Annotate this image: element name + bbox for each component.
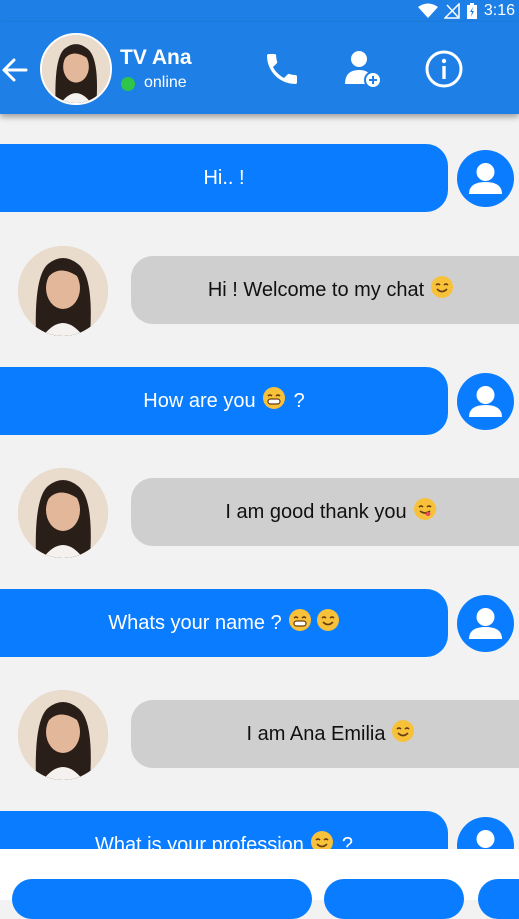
outgoing-message[interactable]: What is your profession ? (0, 811, 448, 849)
smile-emoji-icon (316, 608, 340, 638)
message-text: How are you (143, 389, 256, 412)
smile-emoji-icon (430, 275, 454, 305)
person-icon (457, 163, 514, 207)
message-suffix: ? (341, 833, 354, 850)
incoming-message[interactable]: Hi ! Welcome to my chat (131, 256, 519, 324)
message-text: I am good thank you (225, 500, 407, 523)
no-signal-icon (443, 3, 460, 19)
online-status-dot (121, 77, 135, 91)
contact-name[interactable]: TV Ana (120, 46, 192, 70)
outgoing-message[interactable]: How are you ? (0, 367, 448, 435)
incoming-message[interactable]: I am Ana Emilia (131, 700, 519, 768)
user-avatar (457, 373, 514, 430)
message-text: I am Ana Emilia (246, 722, 386, 745)
user-avatar (457, 595, 514, 652)
back-arrow-icon (0, 58, 30, 92)
reply-bar (0, 849, 519, 919)
user-avatar (457, 817, 514, 849)
person-icon (457, 386, 514, 430)
add-contact-icon (342, 51, 384, 94)
phone-icon (262, 54, 302, 93)
outgoing-message[interactable]: Hi.. ! (0, 144, 448, 212)
back-button[interactable] (0, 52, 30, 88)
message-suffix: ? (293, 389, 305, 412)
contact-avatar-header[interactable] (40, 33, 112, 105)
reply-option-button[interactable] (478, 879, 519, 919)
chat-header: TV Ana online (0, 22, 519, 114)
contact-avatar[interactable] (18, 468, 108, 558)
call-button[interactable] (262, 49, 302, 94)
battery-icon (466, 2, 478, 20)
contact-avatar[interactable] (18, 690, 108, 780)
person-icon (457, 608, 514, 652)
message-text: What is your profession (94, 833, 304, 850)
grin-emoji-icon (288, 608, 312, 638)
message-text: Hi ! Welcome to my chat (207, 278, 425, 301)
reply-option-button[interactable] (324, 879, 464, 919)
status-time: 3:16 (483, 2, 515, 19)
smile-emoji-icon (310, 830, 334, 849)
incoming-message[interactable]: I am good thank you (131, 478, 519, 546)
message-text: Whats your name ? (108, 611, 282, 634)
smile-emoji-icon (391, 719, 415, 749)
message-text: Hi.. ! (203, 166, 245, 189)
status-icons: 3:16 (417, 0, 519, 22)
contact-avatar[interactable] (18, 246, 108, 336)
info-icon (424, 50, 464, 93)
online-status-text: online (144, 74, 187, 91)
wifi-icon (417, 3, 438, 19)
message-list[interactable]: Hi.. ! Hi ! Welcome to my chat How are y… (0, 114, 519, 849)
user-avatar (457, 150, 514, 207)
outgoing-message[interactable]: Whats your name ? (0, 589, 448, 657)
add-contact-button[interactable] (342, 48, 384, 95)
grin-emoji-icon (262, 386, 286, 416)
reply-option-button[interactable] (12, 879, 312, 919)
info-button[interactable] (424, 49, 464, 94)
yum-emoji-icon (413, 497, 437, 527)
status-bar: 3:16 (0, 0, 519, 22)
